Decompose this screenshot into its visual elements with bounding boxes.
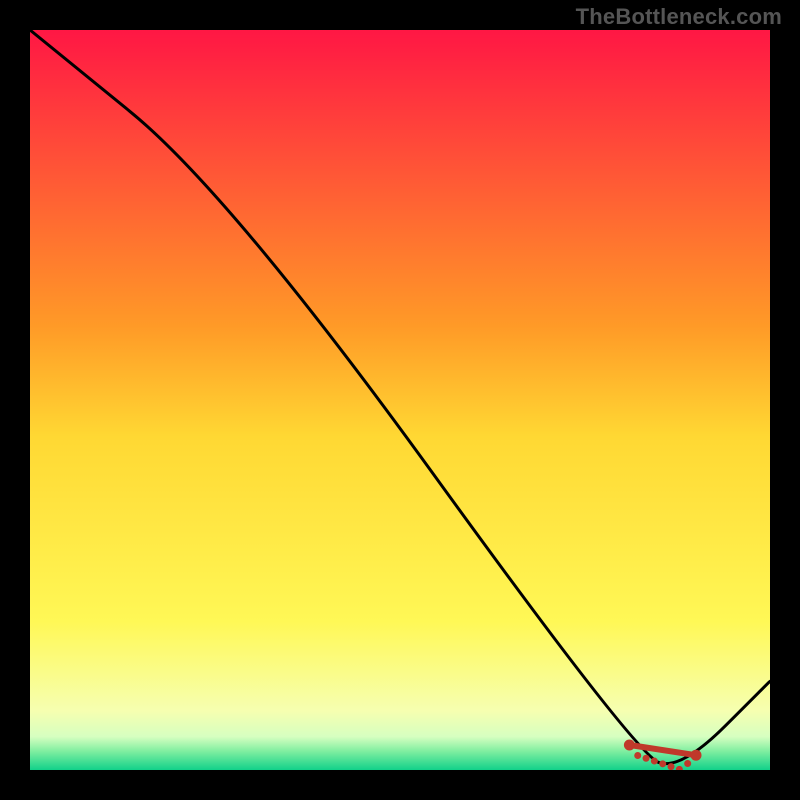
watermark-text: TheBottleneck.com bbox=[576, 4, 782, 30]
optimal-marker-dot bbox=[684, 760, 691, 767]
chart-svg bbox=[30, 30, 770, 770]
gradient-background bbox=[30, 30, 770, 770]
plot-area bbox=[30, 30, 770, 770]
optimal-marker-dot bbox=[634, 752, 641, 759]
optimal-marker-dot bbox=[668, 763, 675, 770]
optimal-marker-dot bbox=[624, 739, 635, 750]
optimal-marker-dot bbox=[651, 758, 658, 765]
optimal-marker-dot bbox=[659, 760, 666, 767]
optimal-marker-dot bbox=[691, 750, 702, 761]
optimal-marker-dot bbox=[643, 755, 650, 762]
chart-container: TheBottleneck.com bbox=[0, 0, 800, 800]
